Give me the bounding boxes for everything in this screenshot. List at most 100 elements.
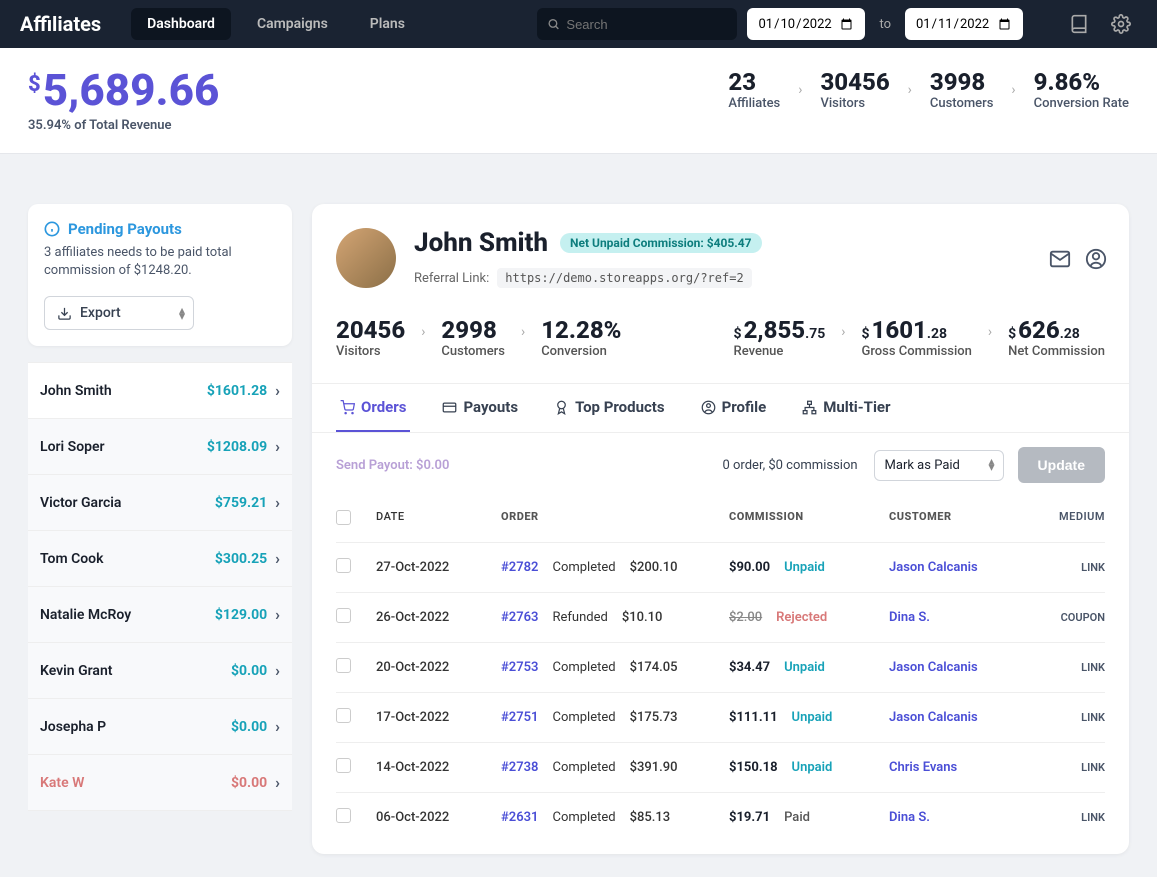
affiliate-row[interactable]: Kevin Grant$0.00› bbox=[28, 643, 292, 699]
customer-link[interactable]: Jason Calcanis bbox=[889, 560, 978, 575]
chevron-right-icon: › bbox=[906, 82, 914, 98]
affiliate-name: John Smith bbox=[40, 383, 207, 399]
chevron-right-icon: › bbox=[986, 316, 994, 340]
chevron-right-icon: › bbox=[275, 661, 280, 680]
mark-as-paid-select[interactable]: Mark as Paid ▴▾ bbox=[874, 450, 1004, 481]
unpaid-badge: Net Unpaid Commission: $405.47 bbox=[560, 233, 761, 253]
tab-top-products[interactable]: Top Products bbox=[550, 384, 669, 432]
table-row: 26-Oct-2022#2763Refunded$10.10$2.00Rejec… bbox=[336, 592, 1105, 642]
nav-plans[interactable]: Plans bbox=[354, 8, 421, 40]
summary-amount: 5,689.66 bbox=[43, 68, 220, 112]
stat-customers: 2998 Customers bbox=[441, 316, 505, 359]
affiliate-amount: $0.00 bbox=[231, 663, 267, 679]
affiliate-amount: $0.00 bbox=[231, 719, 267, 735]
row-checkbox[interactable] bbox=[336, 758, 351, 773]
order-link[interactable]: #2751 bbox=[501, 710, 538, 725]
user-icon[interactable] bbox=[1085, 248, 1105, 268]
info-icon bbox=[44, 221, 60, 237]
customer-link[interactable]: Dina S. bbox=[889, 810, 930, 825]
chevron-right-icon: › bbox=[275, 381, 280, 400]
commission-status: Paid bbox=[784, 810, 810, 825]
summary-stat: 23Affiliates bbox=[728, 68, 780, 111]
update-button[interactable]: Update bbox=[1018, 447, 1105, 483]
summary-subtitle: 35.94% of Total Revenue bbox=[28, 118, 219, 133]
cell-medium: LINK bbox=[1034, 661, 1105, 674]
customer-link[interactable]: Jason Calcanis bbox=[889, 660, 978, 675]
order-link[interactable]: #2763 bbox=[501, 610, 538, 625]
action-row: Send Payout: $0.00 0 order, $0 commissio… bbox=[312, 433, 1129, 497]
order-amount: $174.05 bbox=[630, 660, 678, 675]
order-status: Completed bbox=[552, 760, 615, 775]
cell-date: 06-Oct-2022 bbox=[376, 810, 501, 825]
summary-bar: $ 5,689.66 35.94% of Total Revenue 23Aff… bbox=[0, 48, 1157, 154]
pending-text: 3 affiliates needs to be paid total comm… bbox=[44, 244, 276, 280]
affiliate-row[interactable]: Victor Garcia$759.21› bbox=[28, 475, 292, 531]
tab-payouts[interactable]: Payouts bbox=[438, 384, 522, 432]
search-box[interactable] bbox=[537, 8, 737, 40]
date-from-input[interactable] bbox=[747, 8, 865, 40]
customer-link[interactable]: Jason Calcanis bbox=[889, 710, 978, 725]
pending-payouts-card: Pending Payouts 3 affiliates needs to be… bbox=[28, 204, 292, 346]
mail-icon[interactable] bbox=[1049, 248, 1069, 268]
cell-medium: LINK bbox=[1034, 561, 1105, 574]
settings-icon[interactable] bbox=[1105, 8, 1137, 40]
affiliate-row[interactable]: Natalie McRoy$129.00› bbox=[28, 587, 292, 643]
referral-label: Referral Link: bbox=[414, 271, 489, 286]
tab-profile[interactable]: Profile bbox=[697, 384, 771, 432]
table-row: 17-Oct-2022#2751Completed$175.73$111.11U… bbox=[336, 692, 1105, 742]
order-link[interactable]: #2782 bbox=[501, 560, 538, 575]
order-link[interactable]: #2738 bbox=[501, 760, 538, 775]
cell-date: 14-Oct-2022 bbox=[376, 760, 501, 775]
date-to-input[interactable] bbox=[905, 8, 1023, 40]
card-icon bbox=[442, 400, 457, 415]
commission-amount: $90.00 bbox=[729, 560, 770, 575]
row-checkbox[interactable] bbox=[336, 658, 351, 673]
customer-link[interactable]: Dina S. bbox=[889, 610, 930, 625]
tab-multi-tier[interactable]: Multi-Tier bbox=[798, 384, 894, 432]
affiliate-amount: $0.00 bbox=[231, 775, 267, 791]
profile-stats: 20456 Visitors › 2998 Customers › 12.28%… bbox=[312, 312, 1129, 379]
order-amount: $391.90 bbox=[630, 760, 678, 775]
order-amount: $200.10 bbox=[630, 560, 678, 575]
chevron-right-icon: › bbox=[419, 316, 427, 340]
send-payout-link[interactable]: Send Payout: $0.00 bbox=[336, 458, 449, 473]
table-header: DATE ORDER COMMISSION CUSTOMER MEDIUM bbox=[336, 497, 1105, 542]
pending-title: Pending Payouts bbox=[68, 220, 182, 238]
docs-icon[interactable] bbox=[1063, 8, 1095, 40]
order-status: Completed bbox=[552, 710, 615, 725]
chevron-right-icon: › bbox=[275, 717, 280, 736]
table-row: 14-Oct-2022#2738 Completed $391.90 $150.18 U… bbox=[336, 742, 1105, 792]
sort-icon: ▴▾ bbox=[989, 458, 995, 470]
order-amount: $10.10 bbox=[622, 610, 663, 625]
commission-status: Unpaid bbox=[784, 560, 825, 575]
stat-net: $626.28 Net Commission bbox=[1008, 316, 1105, 359]
referral-link[interactable]: https://demo.storeapps.org/?ref=2 bbox=[497, 268, 751, 288]
chevron-right-icon: › bbox=[275, 605, 280, 624]
cell-medium: COUPON bbox=[1034, 611, 1105, 624]
stat-gross: $1601.28 Gross Commission bbox=[861, 316, 971, 359]
export-button[interactable]: Export ▴▾ bbox=[44, 296, 194, 330]
row-checkbox[interactable] bbox=[336, 808, 351, 823]
affiliate-name: Victor Garcia bbox=[40, 495, 215, 511]
order-link[interactable]: #2753 bbox=[501, 660, 538, 675]
commission-status: Unpaid bbox=[792, 760, 833, 775]
nav-campaigns[interactable]: Campaigns bbox=[241, 8, 344, 40]
search-input[interactable] bbox=[560, 17, 727, 32]
summary-stat: 3998Customers bbox=[930, 68, 994, 111]
order-link[interactable]: #2631 bbox=[501, 810, 538, 825]
customer-link[interactable]: Chris Evans bbox=[889, 760, 957, 775]
row-checkbox[interactable] bbox=[336, 558, 351, 573]
affiliate-row[interactable]: Kate W$0.00› bbox=[28, 755, 292, 811]
app-header: Affiliates Dashboard Campaigns Plans to bbox=[0, 0, 1157, 48]
tab-orders[interactable]: Orders bbox=[336, 384, 410, 432]
affiliate-row[interactable]: Josepha P$0.00› bbox=[28, 699, 292, 755]
affiliate-row[interactable]: Lori Soper$1208.09› bbox=[28, 419, 292, 475]
user-small-icon bbox=[701, 400, 716, 415]
nav-dashboard[interactable]: Dashboard bbox=[131, 8, 231, 40]
row-checkbox[interactable] bbox=[336, 708, 351, 723]
row-checkbox[interactable] bbox=[336, 608, 351, 623]
select-all-checkbox[interactable] bbox=[336, 510, 351, 525]
affiliate-row[interactable]: Tom Cook$300.25› bbox=[28, 531, 292, 587]
commission-amount: $150.18 bbox=[729, 760, 778, 775]
affiliate-row[interactable]: John Smith$1601.28› bbox=[28, 362, 292, 419]
